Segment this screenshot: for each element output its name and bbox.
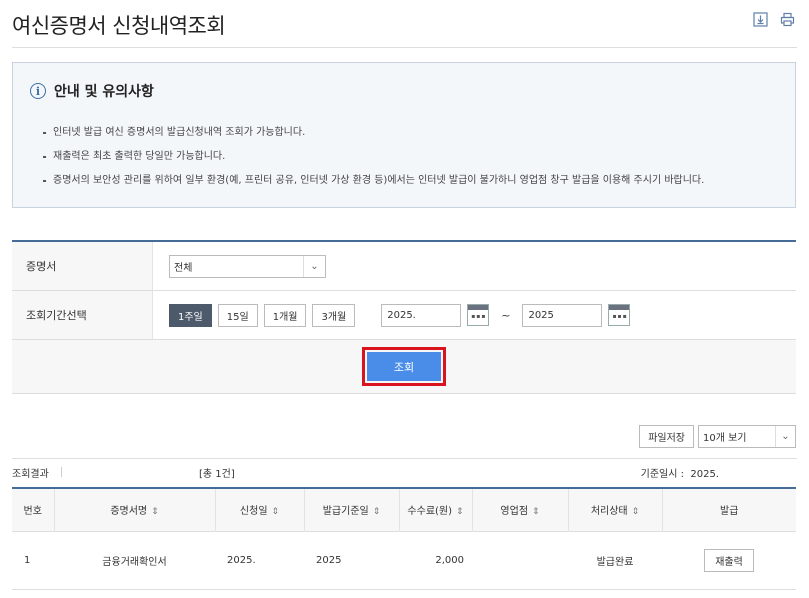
- table-header-row: 번호 증명서명 ⇕ 신청일 ⇕ 발급기준일 ⇕ 수수료(원) ⇕ 영업점 ⇕ 처리상태 ⇕ …: [12, 488, 796, 531]
- base-datetime-label: 기준일시 :: [640, 469, 684, 480]
- col-header-name[interactable]: 증명서명 ⇕: [54, 488, 216, 531]
- summary-divider: [12, 458, 797, 459]
- period-3month-button[interactable]: 3개월: [312, 303, 356, 327]
- table-row: 1 금융거래확인서 2025. 2025 2,000 발급완료 재출력: [12, 531, 796, 589]
- base-datetime-value: 2025.: [690, 469, 719, 480]
- period-label: 조회기간선택: [12, 291, 153, 339]
- col-header-status[interactable]: 처리상태 ⇕: [568, 488, 663, 531]
- certificate-row: 증명서 전체 ⌄: [12, 242, 796, 291]
- sort-icon: ⇕: [532, 507, 540, 518]
- reprint-button[interactable]: 재출력: [704, 548, 754, 572]
- cell-status: 발급완료: [596, 556, 634, 568]
- notice-item: 재출력은 최초 출력한 당일만 가능합니다.: [43, 151, 704, 175]
- date-range-separator: ~: [501, 308, 511, 322]
- notice-item: 증명서의 보안성 관리를 위하여 일부 환경(예, 프린터 공유, 인터넷 가상…: [43, 175, 704, 199]
- col-header-base-date[interactable]: 발급기준일 ⇕: [304, 488, 400, 531]
- cell-branch: [472, 531, 568, 589]
- cell-no: 1: [24, 554, 31, 566]
- date-to-input[interactable]: 2025: [522, 303, 603, 327]
- calendar-icon[interactable]: [608, 304, 631, 326]
- col-header-branch[interactable]: 영업점 ⇕: [472, 488, 569, 531]
- certificate-select-value: 전체: [174, 262, 193, 274]
- period-1month-button[interactable]: 1개월: [263, 303, 307, 327]
- notice-item: 인터넷 발급 여신 증명서의 발급신청내역 조회가 가능합니다.: [43, 127, 704, 151]
- date-from-input[interactable]: 2025.: [381, 303, 462, 327]
- col-header-issue: 발급: [720, 506, 739, 518]
- notice-heading: 안내 및 유의사항: [54, 84, 154, 100]
- summary-separator: [61, 467, 62, 477]
- cell-base-date: 2025: [316, 554, 342, 566]
- sort-icon: ⇕: [631, 507, 640, 518]
- download-icon[interactable]: [753, 12, 768, 27]
- base-datetime: 기준일시 : 2025.: [641, 465, 719, 480]
- page-size-value: 10개 보기: [703, 433, 747, 444]
- calendar-icon[interactable]: [467, 304, 490, 326]
- col-header-fee[interactable]: 수수료(원) ⇕: [399, 488, 473, 531]
- sort-icon: ⇕: [151, 507, 159, 518]
- result-summary: 조회결과 [총 1건] 기준일시 : 2025.: [12, 465, 797, 480]
- sort-icon: ⇕: [456, 507, 464, 518]
- page-title: 여신증명서 신청내역조회: [12, 14, 226, 38]
- period-row: 조회기간선택 1주일 15일 1개월 3개월 2025. ~ 2025: [12, 291, 796, 340]
- notice-header: i 안내 및 유의사항: [30, 81, 154, 101]
- search-row: 조회: [12, 340, 796, 394]
- result-count: [총 1건]: [199, 469, 235, 480]
- result-table: 번호 증명서명 ⇕ 신청일 ⇕ 발급기준일 ⇕ 수수료(원) ⇕ 영업점 ⇕ 처리상태 ⇕ …: [12, 487, 796, 590]
- chevron-down-icon: ⌄: [303, 255, 325, 277]
- result-label: 조회결과: [12, 469, 49, 480]
- certificate-label: 증명서: [12, 242, 153, 290]
- cell-fee: 2,000: [435, 554, 464, 566]
- info-icon: i: [30, 83, 46, 99]
- file-save-button[interactable]: 파일저장: [639, 425, 694, 448]
- col-header-no: 번호: [12, 488, 55, 531]
- page-size-select[interactable]: 10개 보기 ⌄: [698, 425, 796, 448]
- period-1week-button[interactable]: 1주일: [169, 303, 212, 327]
- search-highlight-box: 조회: [362, 347, 446, 386]
- sort-icon: ⇕: [372, 507, 381, 518]
- sort-icon: ⇕: [271, 507, 280, 518]
- notice-list: 인터넷 발급 여신 증명서의 발급신청내역 조회가 가능합니다. 재출력은 최초…: [43, 127, 704, 199]
- search-form: 증명서 전체 ⌄ 조회기간선택 1주일 15일 1개월 3개월 2025. ~ …: [12, 240, 796, 394]
- print-icon[interactable]: [780, 12, 795, 27]
- certificate-select[interactable]: 전체 ⌄: [169, 254, 326, 278]
- period-15day-button[interactable]: 15일: [217, 303, 258, 327]
- title-divider: [12, 47, 797, 48]
- notice-box: i 안내 및 유의사항 인터넷 발급 여신 증명서의 발급신청내역 조회가 가능…: [12, 62, 796, 208]
- cell-name: 금융거래확인서: [102, 556, 167, 568]
- cell-apply-date: 2025.: [227, 554, 256, 566]
- chevron-down-icon: ⌄: [775, 426, 795, 447]
- search-button[interactable]: 조회: [367, 352, 441, 381]
- result-toolbar: 파일저장 10개 보기 ⌄: [639, 425, 796, 448]
- col-header-apply-date[interactable]: 신청일 ⇕: [215, 488, 305, 531]
- top-icons: [753, 12, 795, 27]
